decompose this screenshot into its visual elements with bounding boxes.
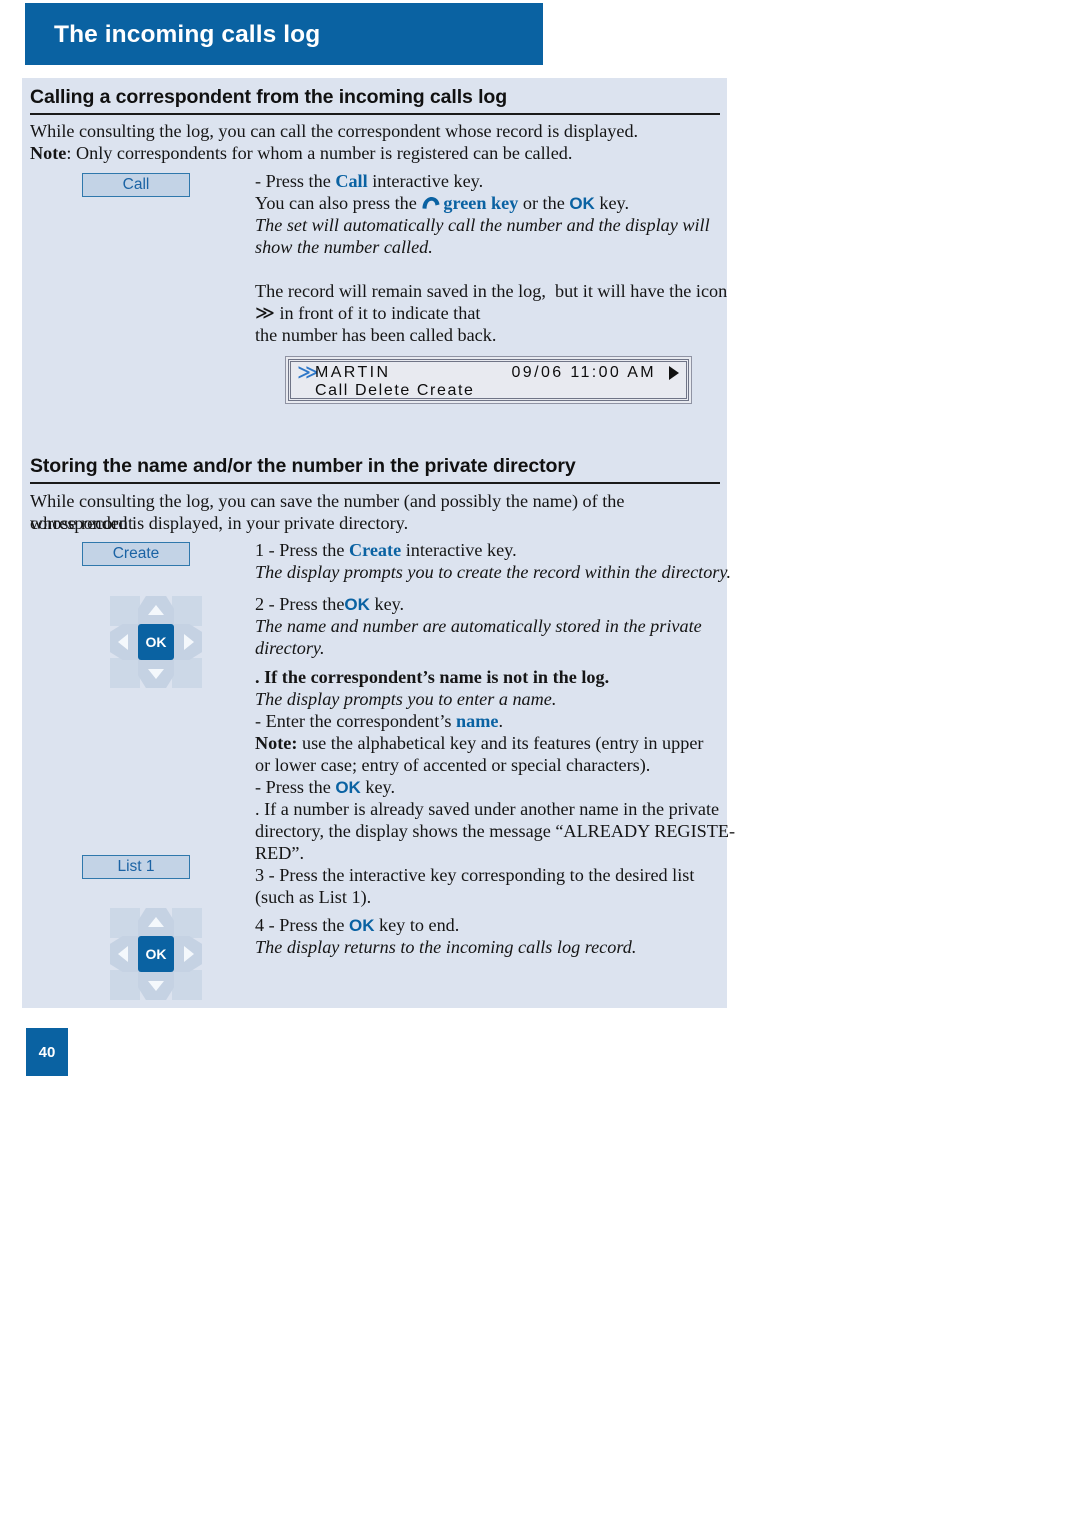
phone-lcd-display: ≫ MARTIN 09/06 11:00 AM Call Delete Crea… xyxy=(285,356,692,404)
section2-step2-line: 2 - Press theOK key. xyxy=(255,593,735,616)
navpad-up-arrow-icon xyxy=(148,605,164,615)
section-rule-2 xyxy=(30,482,720,484)
step1-key: Call xyxy=(335,171,368,191)
section1-step1-line: - Press the Call interactive key. xyxy=(255,170,725,192)
section2-step3-line2: (such as List 1). xyxy=(255,887,372,907)
section2-step1-line: 1 - Press the Create interactive key. xyxy=(255,539,735,561)
section2-step2-italic1: The name and number are automatically st… xyxy=(255,616,702,636)
page-number-badge: 40 xyxy=(26,1028,68,1076)
step1-pre: - Press the xyxy=(255,171,336,191)
navpad2-left-arrow-icon xyxy=(118,946,128,962)
lcd-softkey-row[interactable]: Call Delete Create xyxy=(315,382,475,400)
s2-step1-pre: 1 - Press the xyxy=(255,540,349,560)
s2-entername-post: . xyxy=(498,711,503,731)
step2-ok-label: OK xyxy=(569,194,595,213)
navpad-corner-br xyxy=(172,658,202,688)
navpad-right-arrow-icon xyxy=(184,634,194,650)
s2-step4-key: OK xyxy=(348,916,375,935)
navigator-pad-top[interactable]: OK xyxy=(110,596,202,688)
note-label: Note xyxy=(30,143,67,163)
section2-step1-italic: The display prompts you to create the re… xyxy=(255,562,731,582)
navpad2-right-arrow-icon xyxy=(184,946,194,962)
lcd-datetime: 09/06 11:00 AM xyxy=(511,364,656,381)
navpad2-down-arrow-icon xyxy=(148,981,164,991)
s2-step2-key: OK xyxy=(344,595,370,614)
section2-intro-line2: whose record is displayed, in your priva… xyxy=(30,513,409,533)
navpad-left-arrow-icon xyxy=(118,634,128,650)
chapter-header-bar: The incoming calls log xyxy=(25,3,543,65)
navpad-corner-tr xyxy=(172,596,202,626)
section2-note-line2: or lower case; entry of accented or spec… xyxy=(255,755,651,775)
navpad2-corner-br xyxy=(172,970,202,1000)
navpad-corner-tl xyxy=(110,596,140,626)
section2-press-ok-line: - Press the OK key. xyxy=(255,776,745,799)
section2-step4-italic: The display returns to the incoming call… xyxy=(255,937,637,957)
navpad-corner-bl xyxy=(110,658,140,688)
s2-entername-key: name xyxy=(456,711,499,731)
section2-step2-italic2: directory. xyxy=(255,638,325,658)
navpad2-up-arrow-icon xyxy=(148,917,164,927)
lcd-caller-name: MARTIN xyxy=(315,364,391,381)
section2-warn-line1: . If a number is already saved under ano… xyxy=(255,799,720,819)
s2-step2-pre: 2 - Press the xyxy=(255,594,345,614)
s2-step1-key: Create xyxy=(348,540,402,560)
green-key-icon xyxy=(421,193,441,209)
s2-pressok-pre: - Press the xyxy=(255,777,336,797)
step2-pre: You can also press the xyxy=(255,193,422,213)
step2-post: key. xyxy=(594,193,629,213)
s2-pressok-key: OK xyxy=(335,778,361,797)
section1-para1: The record will remain saved in the log,… xyxy=(255,281,728,301)
section2-step4-line: 4 - Press the OK key to end. xyxy=(255,914,745,937)
section1-para2-rest: in front of it to indicate that xyxy=(274,303,481,323)
section2-enter-name-line: - Enter the correspondent’s name. xyxy=(255,710,745,732)
navpad2-corner-tr xyxy=(172,908,202,938)
s2-pressok-post: key. xyxy=(360,777,395,797)
section2-step3-line1: 3 - Press the interactive key correspond… xyxy=(255,865,695,885)
softkey-list1-button[interactable]: List 1 xyxy=(82,855,190,879)
section2-subheading: . If the correspondent’s name is not in … xyxy=(255,667,610,687)
s2-note-label: Note: xyxy=(255,733,298,753)
navpad-down-arrow-icon xyxy=(148,669,164,679)
s2-step2-post: key. xyxy=(369,594,405,614)
called-back-chevron-icon: ≫ xyxy=(255,302,275,324)
navpad2-corner-bl xyxy=(110,970,140,1000)
section2-sub-italic: The display prompts you to enter a name. xyxy=(255,689,557,709)
s2-step1-post: interactive key. xyxy=(401,540,517,560)
chapter-title: The incoming calls log xyxy=(54,21,321,48)
s2-step4-pre: 4 - Press the xyxy=(255,915,349,935)
section2-note-line1: Note: use the alphabetical key and its f… xyxy=(255,732,745,754)
note-rest: : Only correspondents for whom a number … xyxy=(66,143,573,163)
lcd-next-arrow-icon[interactable] xyxy=(669,366,679,380)
content-panel: Calling a correspondent from the incomin… xyxy=(22,78,735,1008)
section1-para2: ≫ in front of it to indicate that xyxy=(255,302,735,324)
section1-intro-line1: While consulting the log, you can call t… xyxy=(30,121,639,141)
section1-note-line: Note: Only correspondents for whom a num… xyxy=(30,142,720,164)
step2-mid: or the xyxy=(518,193,570,213)
section1-italic-line1: The set will automatically call the numb… xyxy=(255,215,710,235)
section1-italic-line2: show the number called. xyxy=(255,237,433,257)
section-heading-storing: Storing the name and/or the number in th… xyxy=(30,455,576,477)
section2-warn-line3: RED”. xyxy=(255,843,304,863)
step2-green-label: green key xyxy=(443,193,519,213)
navpad2-ok-button[interactable]: OK xyxy=(138,936,174,972)
section-rule-1 xyxy=(30,113,720,115)
section-heading-calling: Calling a correspondent from the incomin… xyxy=(30,86,508,108)
navigator-pad-bottom[interactable]: OK xyxy=(110,908,202,1000)
step1-post: interactive key. xyxy=(367,171,484,191)
section2-warn-line2: directory, the display shows the message… xyxy=(255,821,736,841)
navpad2-corner-tl xyxy=(110,908,140,938)
navpad-ok-button[interactable]: OK xyxy=(138,624,174,660)
s2-note-line1: use the alphabetical key and its feature… xyxy=(297,733,704,753)
section1-step2-line: You can also press the green key or the … xyxy=(255,192,725,215)
softkey-call-button[interactable]: Call xyxy=(82,173,190,197)
s2-entername-pre: - Enter the correspondent’s xyxy=(255,711,457,731)
lcd-screen-inner: ≫ MARTIN 09/06 11:00 AM Call Delete Crea… xyxy=(290,361,687,399)
softkey-create-button[interactable]: Create xyxy=(82,542,190,566)
section1-para3: the number has been called back. xyxy=(255,325,497,345)
s2-step4-post: key to end. xyxy=(374,915,460,935)
